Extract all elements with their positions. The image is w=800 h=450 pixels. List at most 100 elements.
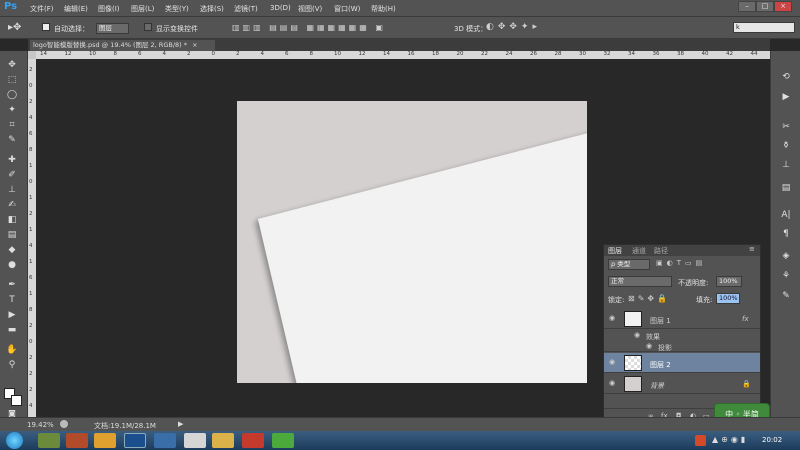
align-icons[interactable]: ▥▥▥ ▤▤▤ ▦▦▦▦▦▦ ▣ bbox=[232, 23, 386, 32]
effects-eye-icon[interactable]: ◉ bbox=[634, 331, 640, 339]
move-tool-icon[interactable]: ▸✥ bbox=[8, 22, 21, 33]
brush-presets-icon[interactable]: ⊥ bbox=[778, 158, 794, 172]
type-tool-icon[interactable]: T bbox=[4, 294, 20, 307]
opacity-input[interactable]: 100% bbox=[716, 276, 742, 287]
layer-name[interactable]: 图层 1 bbox=[650, 316, 671, 326]
path-selection-tool-icon[interactable]: ▶ bbox=[4, 309, 20, 322]
menu-view[interactable]: 视图(V) bbox=[298, 4, 322, 14]
background-color-swatch[interactable] bbox=[11, 395, 22, 406]
visibility-eye-icon[interactable]: ◉ bbox=[609, 358, 615, 366]
blur-tool-icon[interactable]: ◆ bbox=[4, 244, 20, 257]
visibility-eye-icon[interactable]: ◉ bbox=[609, 314, 615, 322]
drop-shadow-eye-icon[interactable]: ◉ bbox=[646, 342, 652, 350]
effects-row[interactable]: ◉ 效果 bbox=[604, 330, 760, 341]
close-button[interactable]: × bbox=[774, 1, 792, 12]
layer-row[interactable]: ◉ 图层 1 fx bbox=[604, 309, 760, 329]
taskbar-app-icon[interactable] bbox=[184, 433, 206, 448]
rectangle-tool-icon[interactable]: ▬ bbox=[4, 324, 20, 337]
ruler-tick-label: 12 bbox=[64, 51, 72, 57]
hand-tool-icon[interactable]: ✋ bbox=[4, 344, 20, 357]
tab-layers[interactable]: 图层 bbox=[608, 246, 622, 256]
minimize-button[interactable]: – bbox=[738, 1, 756, 12]
ruler-tick-label: 14 bbox=[40, 51, 47, 57]
menu-help[interactable]: 帮助(H) bbox=[371, 4, 396, 14]
tab-paths[interactable]: 路径 bbox=[654, 246, 668, 256]
3d-tool-icons[interactable]: ◐✥✥✦▸ bbox=[486, 22, 541, 32]
layers-panel-icon[interactable]: ◈ bbox=[778, 249, 794, 263]
dodge-tool-icon[interactable]: ● bbox=[4, 259, 20, 272]
tray-icon[interactable] bbox=[695, 435, 706, 446]
fx-icon[interactable]: fx bbox=[742, 315, 749, 323]
chrome-icon[interactable] bbox=[94, 433, 116, 448]
tools-presets-icon[interactable]: ✂ bbox=[778, 120, 794, 134]
menu-image[interactable]: 图像(I) bbox=[98, 4, 120, 14]
photoshop-taskbar-icon[interactable] bbox=[124, 433, 146, 448]
show-transform-checkbox[interactable] bbox=[144, 23, 152, 31]
menu-select[interactable]: 选择(S) bbox=[200, 4, 224, 14]
taskbar-app-icon[interactable] bbox=[154, 433, 176, 448]
zoom-level[interactable]: 19.42% bbox=[27, 421, 54, 429]
gradient-tool-icon[interactable]: ▤ bbox=[4, 229, 20, 242]
document-tab[interactable]: logo智能模版替换.psd @ 19.4% (图层 2, RGB/8) * × bbox=[30, 40, 215, 51]
eyedropper-tool-icon[interactable]: ✎ bbox=[4, 134, 20, 147]
magic-wand-tool-icon[interactable]: ✦ bbox=[4, 104, 20, 117]
menu-window[interactable]: 窗口(W) bbox=[334, 4, 360, 14]
paths-panel-icon[interactable]: ✎ bbox=[778, 289, 794, 303]
channels-panel-icon[interactable]: ⚘ bbox=[778, 269, 794, 283]
maximize-button[interactable]: □ bbox=[756, 1, 774, 12]
menu-3d[interactable]: 3D(D) bbox=[270, 4, 291, 12]
layer-filter-dropdown[interactable]: ρ 类型 bbox=[608, 259, 650, 270]
menu-edit[interactable]: 编辑(E) bbox=[64, 4, 88, 14]
filter-icons[interactable]: ▣◐T▭▤ bbox=[656, 259, 706, 267]
ruler-tick-label: 10 bbox=[334, 51, 341, 57]
panel-menu-icon[interactable]: ≡ bbox=[749, 245, 755, 253]
move-tool-icon[interactable]: ✥ bbox=[4, 59, 20, 72]
healing-brush-tool-icon[interactable]: ✚ bbox=[4, 154, 20, 167]
pen-tool-icon[interactable]: ✒ bbox=[4, 279, 20, 292]
status-info-icon[interactable] bbox=[60, 420, 68, 428]
workspace-dropdown[interactable]: k bbox=[733, 22, 795, 33]
history-brush-tool-icon[interactable]: ✍ bbox=[4, 199, 20, 212]
zoom-tool-icon[interactable]: ⚲ bbox=[4, 359, 20, 372]
horizontal-ruler[interactable]: 14 12 10 8 6 4 2 0 2 4 6 8 10 12 14 16 18 20 22 24 26 28 30 32 3… bbox=[36, 51, 770, 59]
close-tab-icon[interactable]: × bbox=[192, 41, 197, 49]
brush-tool-icon[interactable]: ✐ bbox=[4, 169, 20, 182]
history-panel-icon[interactable]: ⟲ bbox=[778, 70, 794, 84]
status-arrow-icon[interactable]: ▶ bbox=[178, 420, 183, 428]
actions-panel-icon[interactable]: ▶ bbox=[778, 90, 794, 104]
taskbar-app-icon[interactable] bbox=[66, 433, 88, 448]
menu-type[interactable]: 类型(Y) bbox=[165, 4, 189, 14]
eraser-tool-icon[interactable]: ◧ bbox=[4, 214, 20, 227]
vertical-ruler[interactable]: 2024681012141618202224 bbox=[28, 59, 36, 417]
auto-select-dropdown[interactable]: 图层 bbox=[96, 23, 129, 34]
layer-name[interactable]: 图层 2 bbox=[650, 360, 671, 370]
taskbar-app-icon[interactable] bbox=[242, 433, 264, 448]
clock[interactable]: 20:02 bbox=[762, 436, 782, 444]
blend-mode-dropdown[interactable]: 正常 bbox=[608, 276, 672, 287]
lasso-tool-icon[interactable]: ◯ bbox=[4, 89, 20, 102]
taskbar-app-icon[interactable] bbox=[38, 433, 60, 448]
brush-panel-icon[interactable]: ⚱ bbox=[778, 139, 794, 153]
visibility-eye-icon[interactable]: ◉ bbox=[609, 379, 615, 387]
clone-stamp-tool-icon[interactable]: ⊥ bbox=[4, 184, 20, 197]
menu-file[interactable]: 文件(F) bbox=[30, 4, 54, 14]
tab-channels[interactable]: 通道 bbox=[632, 246, 646, 256]
menu-filter[interactable]: 滤镜(T) bbox=[234, 4, 258, 14]
character-panel-icon[interactable]: ▤ bbox=[778, 181, 794, 195]
lock-icons[interactable]: ⊠✎✥🔒 bbox=[628, 294, 670, 303]
paragraph-panel-icon[interactable]: A| bbox=[778, 208, 794, 222]
taskbar-app-icon[interactable] bbox=[272, 433, 294, 448]
layer-row-background[interactable]: ◉ 背景 🔒 bbox=[604, 374, 760, 394]
menu-layer[interactable]: 图层(L) bbox=[131, 4, 154, 14]
auto-select-checkbox[interactable] bbox=[42, 23, 50, 31]
marquee-tool-icon[interactable]: ⬚ bbox=[4, 74, 20, 87]
glyph-panel-icon[interactable]: ¶ bbox=[778, 227, 794, 241]
tray-icons[interactable]: ▲⊕◉▮ bbox=[712, 435, 748, 444]
drop-shadow-row[interactable]: ◉ 投影 bbox=[604, 341, 760, 352]
crop-tool-icon[interactable]: ⌗ bbox=[4, 119, 20, 132]
layer-row-selected[interactable]: ◉ 图层 2 bbox=[604, 353, 760, 373]
folder-icon[interactable] bbox=[212, 433, 234, 448]
layer-name[interactable]: 背景 bbox=[650, 381, 664, 391]
fill-input[interactable]: 100% bbox=[716, 293, 740, 304]
start-button[interactable] bbox=[6, 432, 23, 449]
